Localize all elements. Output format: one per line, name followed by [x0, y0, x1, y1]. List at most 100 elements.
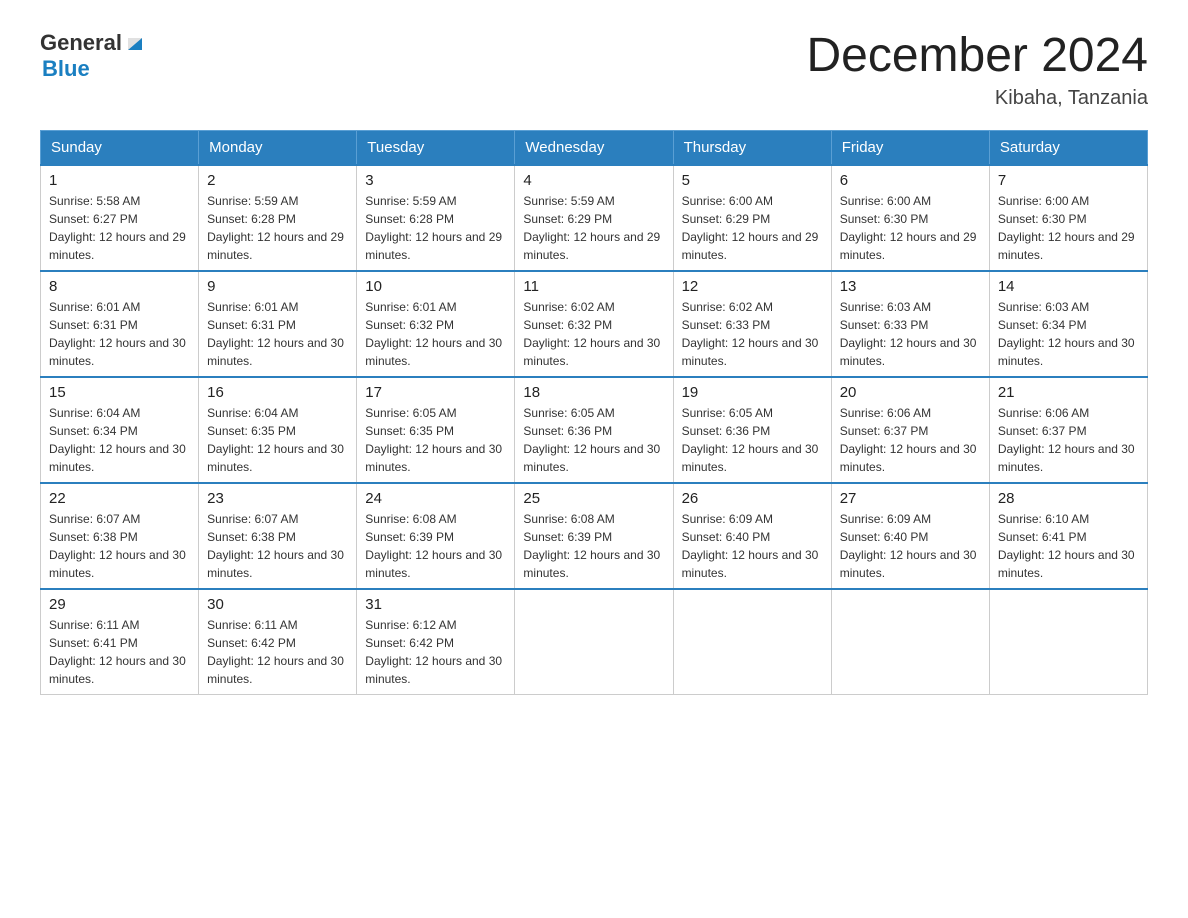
day-info: Sunrise: 6:07 AMSunset: 6:38 PMDaylight:…: [207, 510, 348, 582]
day-number: 12: [682, 278, 823, 295]
day-info: Sunrise: 5:59 AMSunset: 6:28 PMDaylight:…: [207, 192, 348, 264]
day-number: 7: [998, 172, 1139, 189]
day-number: 16: [207, 384, 348, 401]
table-row: 4 Sunrise: 5:59 AMSunset: 6:29 PMDaylight…: [515, 165, 673, 271]
table-row: 22Sunrise: 6:07 AMSunset: 6:38 PMDayligh…: [41, 483, 199, 589]
day-number: 20: [840, 384, 981, 401]
col-wednesday: Wednesday: [515, 130, 673, 165]
day-number: 18: [523, 384, 664, 401]
day-info: Sunrise: 6:00 AMSunset: 6:30 PMDaylight:…: [998, 192, 1139, 264]
table-row: 30 Sunrise: 6:11 AMSunset: 6:42 PMDayligh…: [199, 589, 357, 695]
calendar-week-row: 15 Sunrise: 6:04 AMSunset: 6:34 PMDayligh…: [41, 377, 1148, 483]
day-info: Sunrise: 6:04 AMSunset: 6:34 PMDaylight:…: [49, 404, 190, 476]
day-info: Sunrise: 6:10 AMSunset: 6:41 PMDaylight:…: [998, 510, 1139, 582]
day-number: 30: [207, 596, 348, 613]
calendar-week-row: 8 Sunrise: 6:01 AMSunset: 6:31 PMDaylight…: [41, 271, 1148, 377]
day-number: 13: [840, 278, 981, 295]
table-row: 16 Sunrise: 6:04 AMSunset: 6:35 PMDayligh…: [199, 377, 357, 483]
table-row: 10Sunrise: 6:01 AMSunset: 6:32 PMDayligh…: [357, 271, 515, 377]
day-info: Sunrise: 6:02 AMSunset: 6:33 PMDaylight:…: [682, 298, 823, 370]
day-number: 23: [207, 490, 348, 507]
day-number: 28: [998, 490, 1139, 507]
logo-blue-text: Blue: [42, 56, 146, 82]
day-info: Sunrise: 6:09 AMSunset: 6:40 PMDaylight:…: [840, 510, 981, 582]
calendar-week-row: 29Sunrise: 6:11 AMSunset: 6:41 PMDayligh…: [41, 589, 1148, 695]
logo: General Blue: [40, 30, 146, 82]
table-row: 24 Sunrise: 6:08 AMSunset: 6:39 PMDayligh…: [357, 483, 515, 589]
location-title: Kibaha, Tanzania: [806, 87, 1148, 110]
day-info: Sunrise: 5:58 AMSunset: 6:27 PMDaylight:…: [49, 192, 190, 264]
col-friday: Friday: [831, 130, 989, 165]
calendar-table: Sunday Monday Tuesday Wednesday Thursday…: [40, 130, 1148, 695]
table-row: [989, 589, 1147, 695]
table-row: 14 Sunrise: 6:03 AMSunset: 6:34 PMDayligh…: [989, 271, 1147, 377]
col-sunday: Sunday: [41, 130, 199, 165]
table-row: 17Sunrise: 6:05 AMSunset: 6:35 PMDayligh…: [357, 377, 515, 483]
month-title: December 2024: [806, 30, 1148, 83]
table-row: 5 Sunrise: 6:00 AMSunset: 6:29 PMDaylight…: [673, 165, 831, 271]
table-row: 20 Sunrise: 6:06 AMSunset: 6:37 PMDayligh…: [831, 377, 989, 483]
day-info: Sunrise: 6:08 AMSunset: 6:39 PMDaylight:…: [523, 510, 664, 582]
calendar-week-row: 1Sunrise: 5:58 AMSunset: 6:27 PMDaylight…: [41, 165, 1148, 271]
table-row: 12 Sunrise: 6:02 AMSunset: 6:33 PMDayligh…: [673, 271, 831, 377]
table-row: 1Sunrise: 5:58 AMSunset: 6:27 PMDaylight…: [41, 165, 199, 271]
day-number: 21: [998, 384, 1139, 401]
day-info: Sunrise: 6:12 AMSunset: 6:42 PMDaylight:…: [365, 616, 506, 688]
day-number: 19: [682, 384, 823, 401]
day-number: 17: [365, 384, 506, 401]
table-row: 2 Sunrise: 5:59 AMSunset: 6:28 PMDaylight…: [199, 165, 357, 271]
table-row: 8 Sunrise: 6:01 AMSunset: 6:31 PMDaylight…: [41, 271, 199, 377]
table-row: 31 Sunrise: 6:12 AMSunset: 6:42 PMDayligh…: [357, 589, 515, 695]
day-number: 14: [998, 278, 1139, 295]
table-row: [673, 589, 831, 695]
calendar-header-row: Sunday Monday Tuesday Wednesday Thursday…: [41, 130, 1148, 165]
day-info: Sunrise: 6:00 AMSunset: 6:29 PMDaylight:…: [682, 192, 823, 264]
day-info: Sunrise: 6:01 AMSunset: 6:32 PMDaylight:…: [365, 298, 506, 370]
day-number: 15: [49, 384, 190, 401]
table-row: 18 Sunrise: 6:05 AMSunset: 6:36 PMDayligh…: [515, 377, 673, 483]
table-row: [515, 589, 673, 695]
table-row: 7 Sunrise: 6:00 AMSunset: 6:30 PMDaylight…: [989, 165, 1147, 271]
table-row: 25 Sunrise: 6:08 AMSunset: 6:39 PMDayligh…: [515, 483, 673, 589]
col-tuesday: Tuesday: [357, 130, 515, 165]
day-info: Sunrise: 6:09 AMSunset: 6:40 PMDaylight:…: [682, 510, 823, 582]
day-info: Sunrise: 6:00 AMSunset: 6:30 PMDaylight:…: [840, 192, 981, 264]
day-info: Sunrise: 6:03 AMSunset: 6:33 PMDaylight:…: [840, 298, 981, 370]
table-row: 26 Sunrise: 6:09 AMSunset: 6:40 PMDayligh…: [673, 483, 831, 589]
day-number: 4: [523, 172, 664, 189]
day-number: 5: [682, 172, 823, 189]
calendar-week-row: 22Sunrise: 6:07 AMSunset: 6:38 PMDayligh…: [41, 483, 1148, 589]
day-info: Sunrise: 6:01 AMSunset: 6:31 PMDaylight:…: [49, 298, 190, 370]
day-info: Sunrise: 6:08 AMSunset: 6:39 PMDaylight:…: [365, 510, 506, 582]
day-info: Sunrise: 5:59 AMSunset: 6:28 PMDaylight:…: [365, 192, 506, 264]
day-info: Sunrise: 6:06 AMSunset: 6:37 PMDaylight:…: [840, 404, 981, 476]
table-row: 3Sunrise: 5:59 AMSunset: 6:28 PMDaylight…: [357, 165, 515, 271]
table-row: 15 Sunrise: 6:04 AMSunset: 6:34 PMDayligh…: [41, 377, 199, 483]
day-info: Sunrise: 6:05 AMSunset: 6:36 PMDaylight:…: [682, 404, 823, 476]
day-info: Sunrise: 5:59 AMSunset: 6:29 PMDaylight:…: [523, 192, 664, 264]
table-row: 21Sunrise: 6:06 AMSunset: 6:37 PMDayligh…: [989, 377, 1147, 483]
col-thursday: Thursday: [673, 130, 831, 165]
day-info: Sunrise: 6:03 AMSunset: 6:34 PMDaylight:…: [998, 298, 1139, 370]
table-row: 29Sunrise: 6:11 AMSunset: 6:41 PMDayligh…: [41, 589, 199, 695]
day-info: Sunrise: 6:11 AMSunset: 6:42 PMDaylight:…: [207, 616, 348, 688]
day-number: 24: [365, 490, 506, 507]
day-number: 25: [523, 490, 664, 507]
day-info: Sunrise: 6:04 AMSunset: 6:35 PMDaylight:…: [207, 404, 348, 476]
day-info: Sunrise: 6:01 AMSunset: 6:31 PMDaylight:…: [207, 298, 348, 370]
day-info: Sunrise: 6:05 AMSunset: 6:36 PMDaylight:…: [523, 404, 664, 476]
day-number: 31: [365, 596, 506, 613]
logo-general-text: General: [40, 30, 122, 56]
table-row: 28 Sunrise: 6:10 AMSunset: 6:41 PMDayligh…: [989, 483, 1147, 589]
day-number: 11: [523, 278, 664, 295]
day-number: 8: [49, 278, 190, 295]
table-row: 27 Sunrise: 6:09 AMSunset: 6:40 PMDayligh…: [831, 483, 989, 589]
table-row: 19 Sunrise: 6:05 AMSunset: 6:36 PMDayligh…: [673, 377, 831, 483]
day-number: 27: [840, 490, 981, 507]
table-row: 11Sunrise: 6:02 AMSunset: 6:32 PMDayligh…: [515, 271, 673, 377]
logo-icon: [124, 32, 146, 54]
day-number: 2: [207, 172, 348, 189]
day-number: 26: [682, 490, 823, 507]
col-saturday: Saturday: [989, 130, 1147, 165]
day-info: Sunrise: 6:11 AMSunset: 6:41 PMDaylight:…: [49, 616, 190, 688]
